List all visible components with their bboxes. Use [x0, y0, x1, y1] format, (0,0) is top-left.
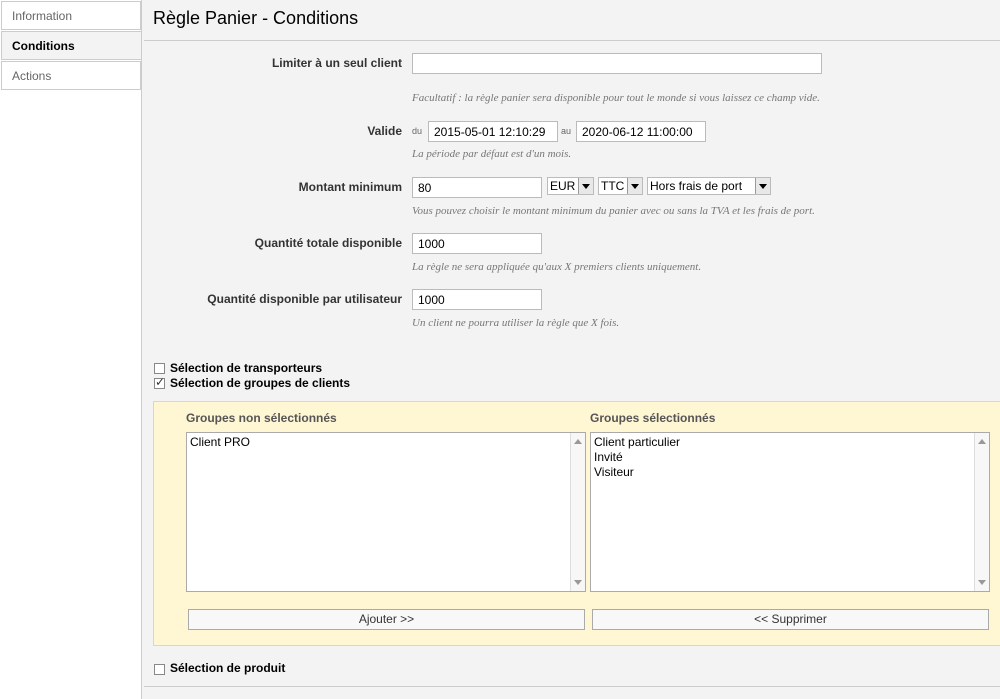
unselected-groups-list[interactable]: Client PRO: [186, 432, 586, 592]
shipping-select[interactable]: Hors frais de port: [647, 177, 771, 195]
carriers-checkbox[interactable]: [154, 363, 165, 374]
scrollbar[interactable]: [570, 433, 585, 591]
unselected-groups-title: Groupes non sélectionnés: [186, 411, 337, 425]
scrollbar[interactable]: [974, 433, 989, 591]
selected-groups-title: Groupes sélectionnés: [590, 411, 716, 425]
currency-select[interactable]: EUR: [547, 177, 594, 195]
valid-from-input[interactable]: [428, 121, 558, 142]
products-checkbox-label: Sélection de produit: [170, 661, 286, 675]
products-checkbox[interactable]: [154, 664, 165, 675]
carriers-checkbox-label: Sélection de transporteurs: [170, 361, 323, 375]
user-qty-label: Quantité disponible par utilisateur: [207, 292, 402, 306]
list-item[interactable]: Client PRO: [190, 435, 250, 450]
list-item[interactable]: Visiteur: [594, 465, 680, 480]
minimum-label: Montant minimum: [298, 180, 402, 194]
valid-from-prefix: du: [412, 126, 423, 136]
chevron-down-icon: [578, 178, 593, 194]
tab-conditions[interactable]: Conditions: [1, 31, 141, 60]
total-qty-hint: La règle ne sera appliquée qu'aux X prem…: [412, 261, 702, 273]
total-qty-input[interactable]: [412, 233, 542, 254]
scroll-down-icon[interactable]: [574, 580, 582, 585]
scroll-up-icon[interactable]: [574, 439, 582, 444]
add-group-button[interactable]: Ajouter >>: [188, 609, 585, 630]
shipping-value: Hors frais de port: [650, 179, 743, 193]
total-qty-label: Quantité totale disponible: [254, 236, 402, 250]
chevron-down-icon: [755, 178, 770, 194]
valid-to-input[interactable]: [576, 121, 706, 142]
minimum-hint: Vous pouvez choisir le montant minimum d…: [412, 205, 815, 217]
tab-information[interactable]: Information: [1, 1, 141, 30]
page-title: Règle Panier - Conditions: [153, 8, 359, 28]
valid-label: Valide: [367, 124, 402, 138]
selected-groups-list[interactable]: Client particulier Invité Visiteur: [590, 432, 990, 592]
scroll-down-icon[interactable]: [978, 580, 986, 585]
sidebar: Information Conditions Actions: [0, 0, 141, 699]
minimum-amount-input[interactable]: [412, 177, 542, 198]
valid-hint: La période par défaut est d'un mois.: [412, 148, 572, 160]
client-hint: Facultatif : la règle panier sera dispon…: [412, 92, 820, 104]
tax-value: TTC: [601, 179, 625, 193]
tab-actions[interactable]: Actions: [1, 61, 141, 90]
bottom-divider: [144, 686, 1000, 687]
client-input[interactable]: [412, 53, 822, 74]
scroll-up-icon[interactable]: [978, 439, 986, 444]
client-label: Limiter à un seul client: [271, 56, 402, 70]
customer-groups-box: Groupes non sélectionnés Groupes sélecti…: [153, 401, 1000, 646]
groups-checkbox-label: Sélection de groupes de clients: [170, 376, 351, 390]
user-qty-input[interactable]: [412, 289, 542, 310]
remove-group-button[interactable]: << Supprimer: [592, 609, 989, 630]
title-divider: [144, 40, 1000, 41]
tax-select[interactable]: TTC: [598, 177, 643, 195]
list-item[interactable]: Invité: [594, 450, 680, 465]
valid-to-prefix: au: [561, 126, 572, 136]
groups-checkbox[interactable]: [154, 375, 165, 389]
chevron-down-icon: [627, 178, 642, 194]
currency-value: EUR: [550, 179, 576, 193]
conditions-panel: Règle Panier - Conditions Limiter à un s…: [141, 0, 1000, 699]
user-qty-hint: Un client ne pourra utiliser la règle qu…: [412, 317, 620, 329]
list-item[interactable]: Client particulier: [594, 435, 680, 450]
